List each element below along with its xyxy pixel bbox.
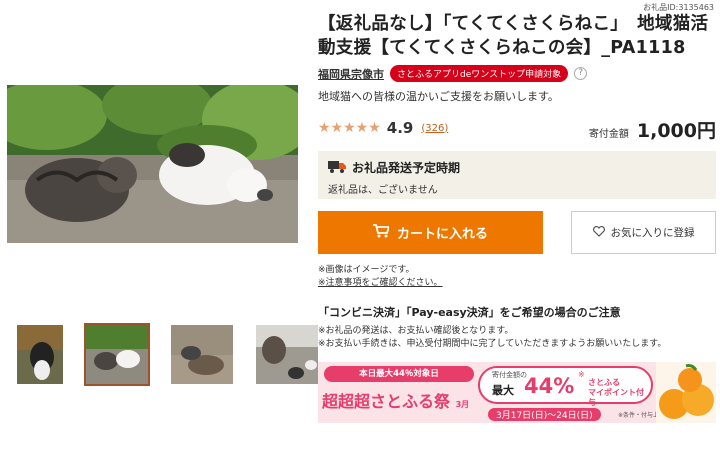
rating-row: ★★★★★ 4.9 (326) 寄付金額 1,000円 xyxy=(318,116,716,143)
shipping-detail: 返礼品は、ございません xyxy=(328,185,438,196)
product-title: 【返礼品なし】「てくてくさくらねこ」 地域猫活動支援【てくてくさくらねこの会】_… xyxy=(318,14,709,58)
payment-notes: ※お礼品の発送は、お支払い確認後となります。 ※お支払い手続きは、申込受付期間中… xyxy=(318,325,716,351)
price-amount: 1,000円 xyxy=(636,120,716,142)
location-row: 福岡県宗像市 さとふるアプリdeワンストップ申請対象 ? xyxy=(318,65,716,82)
shipping-box: お礼品発送予定時期 返礼品は、ございません xyxy=(318,151,716,199)
banner-month: 3月 xyxy=(455,400,470,409)
banner-mark: ※ xyxy=(578,370,585,379)
price-block: 寄付金額 1,000円 xyxy=(589,116,716,143)
rating-score: 4.9 xyxy=(386,119,414,137)
heart-icon xyxy=(592,225,605,240)
oranges-icon xyxy=(656,362,716,423)
banner-top-label: 本日最大44％対象日 xyxy=(324,366,474,382)
thumbnail-3[interactable] xyxy=(169,323,235,386)
banner-percent: 44% xyxy=(524,374,575,398)
banner-max: 最大 xyxy=(492,384,514,397)
note-caution-link[interactable]: ※注意事項をご確認ください。 xyxy=(318,277,716,290)
banner-pct-label: 寄付金額の xyxy=(492,371,527,379)
shipping-title-row: お礼品発送予定時期 xyxy=(328,159,706,176)
price-label: 寄付金額 xyxy=(588,129,629,140)
payment-note-1: ※お礼品の発送は、お支払い確認後となります。 xyxy=(318,326,514,336)
favorite-label: お気に入りに登録 xyxy=(610,227,695,239)
thumbnail-4[interactable] xyxy=(254,323,320,386)
thumbnail-1[interactable] xyxy=(15,323,65,386)
thumbnail-strip xyxy=(15,323,320,386)
banner-main-text: 超超超さとふる祭 3月 xyxy=(322,388,469,412)
review-count-link[interactable]: (326) xyxy=(421,123,448,134)
campaign-banner[interactable]: 本日最大44％対象日 超超超さとふる祭 3月 寄付金額の 最大 44% ※ さと… xyxy=(318,362,716,423)
banner-festival: 超超超さとふる祭 xyxy=(322,392,451,411)
star-rating-icon: ★★★★★ xyxy=(318,120,381,136)
help-icon[interactable]: ? xyxy=(574,67,588,80)
add-to-cart-button[interactable]: カートに入れる xyxy=(318,211,543,254)
payment-note-2: ※お支払い手続きは、申込受付期間中に完了していただきますようお願いいたします。 xyxy=(318,339,667,349)
banner-date: 3月17日(日)〜24日(日) xyxy=(488,408,601,421)
cart-icon xyxy=(372,223,391,242)
action-buttons: カートに入れる お気に入りに登録 xyxy=(318,211,716,254)
product-description: 地域猫への皆様の温かいご支援をお願いします。 xyxy=(318,90,559,103)
payment-heading: 「コンビニ決済」「Pay-easy決済」をご希望の場合のご注意 xyxy=(318,306,621,319)
shipping-title: お礼品発送予定時期 xyxy=(352,161,461,175)
add-to-cart-label: カートに入れる xyxy=(396,227,488,242)
truck-icon xyxy=(328,160,346,176)
thumbnail-2[interactable] xyxy=(84,323,150,386)
banner-points-text: さとふる マイポイント付与 xyxy=(588,378,644,407)
favorite-button[interactable]: お気に入りに登録 xyxy=(571,211,716,254)
product-details: 【返礼品なし】「てくてくさくらねこ」 地域猫活動支援【てくてくさくらねこの会】_… xyxy=(318,12,716,423)
municipality-link[interactable]: 福岡県宗像市 xyxy=(318,66,384,82)
onestop-badge: さとふるアプリdeワンストップ申請対象 xyxy=(390,65,569,82)
image-notes: ※画像はイメージです。 ※注意事項をご確認ください。 xyxy=(318,264,716,290)
banner-percent-pill: 寄付金額の 最大 44% ※ さとふる マイポイント付与 xyxy=(478,366,653,407)
main-product-photo[interactable] xyxy=(7,85,298,243)
note-image: ※画像はイメージです。 xyxy=(318,265,415,275)
